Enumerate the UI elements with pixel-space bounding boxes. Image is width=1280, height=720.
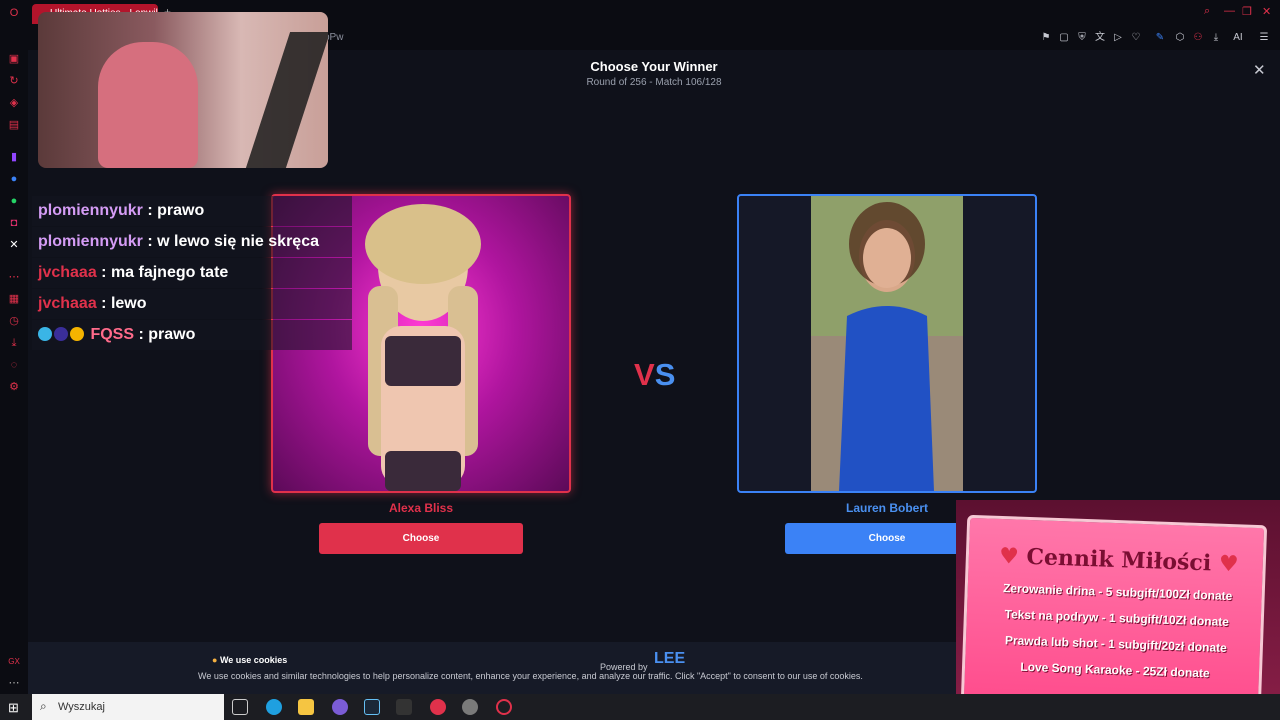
search-tabs-icon[interactable]: ⌕ [1204,5,1210,18]
price-line: Tekst na podryw - 1 subgift/10Zł donate [1004,607,1230,630]
refresh-icon[interactable]: ↻ [7,74,21,88]
contestant-left-name: Alexa Bliss [388,501,454,515]
price-list-card: ♥ Cennik Miłości ♥ Zerowanie drina - 5 s… [960,514,1269,712]
chat-message: lewo [110,295,147,312]
obs-icon[interactable] [496,699,512,715]
opera-logo-icon[interactable]: O [7,6,21,20]
cookie-title-text: We use cookies [219,655,288,665]
vs-label: VS [634,357,675,393]
steam-icon[interactable] [364,699,380,715]
streamer-figure [98,42,198,168]
restore-icon[interactable]: ❐ [1242,5,1252,18]
file-explorer-icon[interactable] [298,699,314,715]
flow-icon[interactable]: ⋯ [7,270,21,284]
chat-user: jvchaaa [38,264,97,281]
bookmark-icon[interactable]: ⚑ [1040,32,1052,44]
heart-icon[interactable]: ♡ [1130,32,1142,44]
chat-line: plomiennyukr : w lewo się nie skręca [32,227,352,257]
chat-message: ma fajnego tate [110,264,229,281]
app-icon[interactable] [462,699,478,715]
chat-message: prawo [157,202,205,219]
sub-badge-icon [54,327,68,341]
shield-icon[interactable]: ⛨ [1076,32,1088,44]
more-icon[interactable]: ⋯ [7,676,21,690]
chat-user: plomiennyukr [38,202,143,219]
extensions-grid-icon[interactable]: ▦ [7,292,21,306]
play-icon[interactable]: ▷ [1112,32,1124,44]
chat-line: plomiennyukr : prawo [32,196,352,226]
microphone-arm [245,32,328,168]
price-list-title-text: Cennik Miłości [1026,543,1212,577]
chat-user: jvchaaa [38,295,97,312]
translate-icon[interactable]: 文 [1094,32,1106,44]
download-icon[interactable]: ⤓ [7,336,21,350]
webcam-overlay [38,12,328,168]
contestant-right-image[interactable] [737,194,1037,493]
task-view-icon[interactable] [232,699,248,715]
menu-icon[interactable]: ☰ [1258,32,1270,44]
wallet-icon[interactable]: ▣ [7,52,21,66]
price-list-overlay: ♥ Cennik Miłości ♥ Zerowanie drina - 5 s… [956,500,1280,720]
instagram-icon[interactable]: ◘ [7,216,21,230]
ai-label: AI [1233,32,1243,43]
vs-v: V [634,357,655,392]
cookie-text: We use cookies and similar technologies … [198,671,863,681]
downloads-icon[interactable]: ⤓ [1210,32,1222,44]
puzzle-icon[interactable]: ⬡ [1174,32,1186,44]
price-list-title: ♥ Cennik Miłości ♥ [968,542,1269,578]
taskbar: ⊞ ⌕ Wyszukaj [0,694,1280,720]
extension-icon[interactable]: ✎ [1154,32,1166,44]
chat-overlay: plomiennyukr : prawo plomiennyukr : w le… [32,178,352,350]
chrome-icon[interactable] [332,699,348,715]
chat-user: plomiennyukr [38,233,143,250]
epic-games-icon[interactable] [396,699,412,715]
choose-left-button[interactable]: Choose [319,523,523,554]
cookie-title: ● We use cookies [212,655,287,665]
ai-icon[interactable]: AI [1228,32,1248,44]
price-line: Prawda lub shot - 1 subgift/20zł donate [1004,633,1228,655]
chat-line: FQSS : prawo [32,320,352,350]
snapshot-icon[interactable]: ▢ [1058,32,1070,44]
x-icon[interactable]: ✕ [7,238,21,252]
twitch-icon[interactable]: ▮ [7,150,21,164]
chat-line: jvchaaa : ma fajnego tate [32,258,352,288]
minimize-icon[interactable]: — [1224,5,1235,17]
taskbar-search-input[interactable]: ⌕ Wyszukaj [32,694,224,720]
chat-icon[interactable]: ▤ [7,118,21,132]
whatsapp-icon[interactable]: ● [7,194,21,208]
search-placeholder: Wyszukaj [58,701,105,713]
lee-logo: LEE [654,650,686,667]
close-window-icon[interactable]: ✕ [1262,5,1271,18]
gx-icon[interactable]: GX [7,655,21,669]
price-line: Zerowanie drina - 5 subgift/100Zł donate [1002,581,1233,604]
badge-icon [38,327,52,341]
pin-icon[interactable]: ◌ [7,358,21,372]
cookie-emoji-icon: ● [212,655,218,665]
search-icon: ⌕ [40,699,47,713]
shopping-icon[interactable]: ◈ [7,96,21,110]
profile-icon[interactable]: ⚇ [1192,32,1204,44]
browser-sidebar: O ▣ ↻ ◈ ▤ ▮ ● ● ◘ ✕ ⋯ ▦ ◷ ⤓ ◌ ⚙ GX ⋯ [0,0,28,694]
close-icon[interactable]: ✕ [1253,61,1266,79]
price-line: Love Song Karaoke - 25Zł donate [1020,659,1210,681]
powered-by: Powered by [600,662,648,672]
chat-message: w lewo się nie skręca [157,233,319,250]
messenger-icon[interactable]: ● [7,172,21,186]
contestant-right-photo [811,196,963,491]
edge-icon[interactable] [266,699,282,715]
settings-icon[interactable]: ⚙ [7,380,21,394]
heart-icon: ♥ [1218,550,1240,578]
vs-s: S [654,357,676,392]
chat-user: FQSS [90,326,135,343]
heart-icon: ♥ [998,542,1020,570]
windows-start-icon[interactable]: ⊞ [8,700,19,716]
gift-badge-icon [70,327,84,341]
history-icon[interactable]: ◷ [7,314,21,328]
chat-message: prawo [148,326,196,343]
chat-line: jvchaaa : lewo [32,289,352,319]
opera-gx-icon[interactable] [430,699,446,715]
